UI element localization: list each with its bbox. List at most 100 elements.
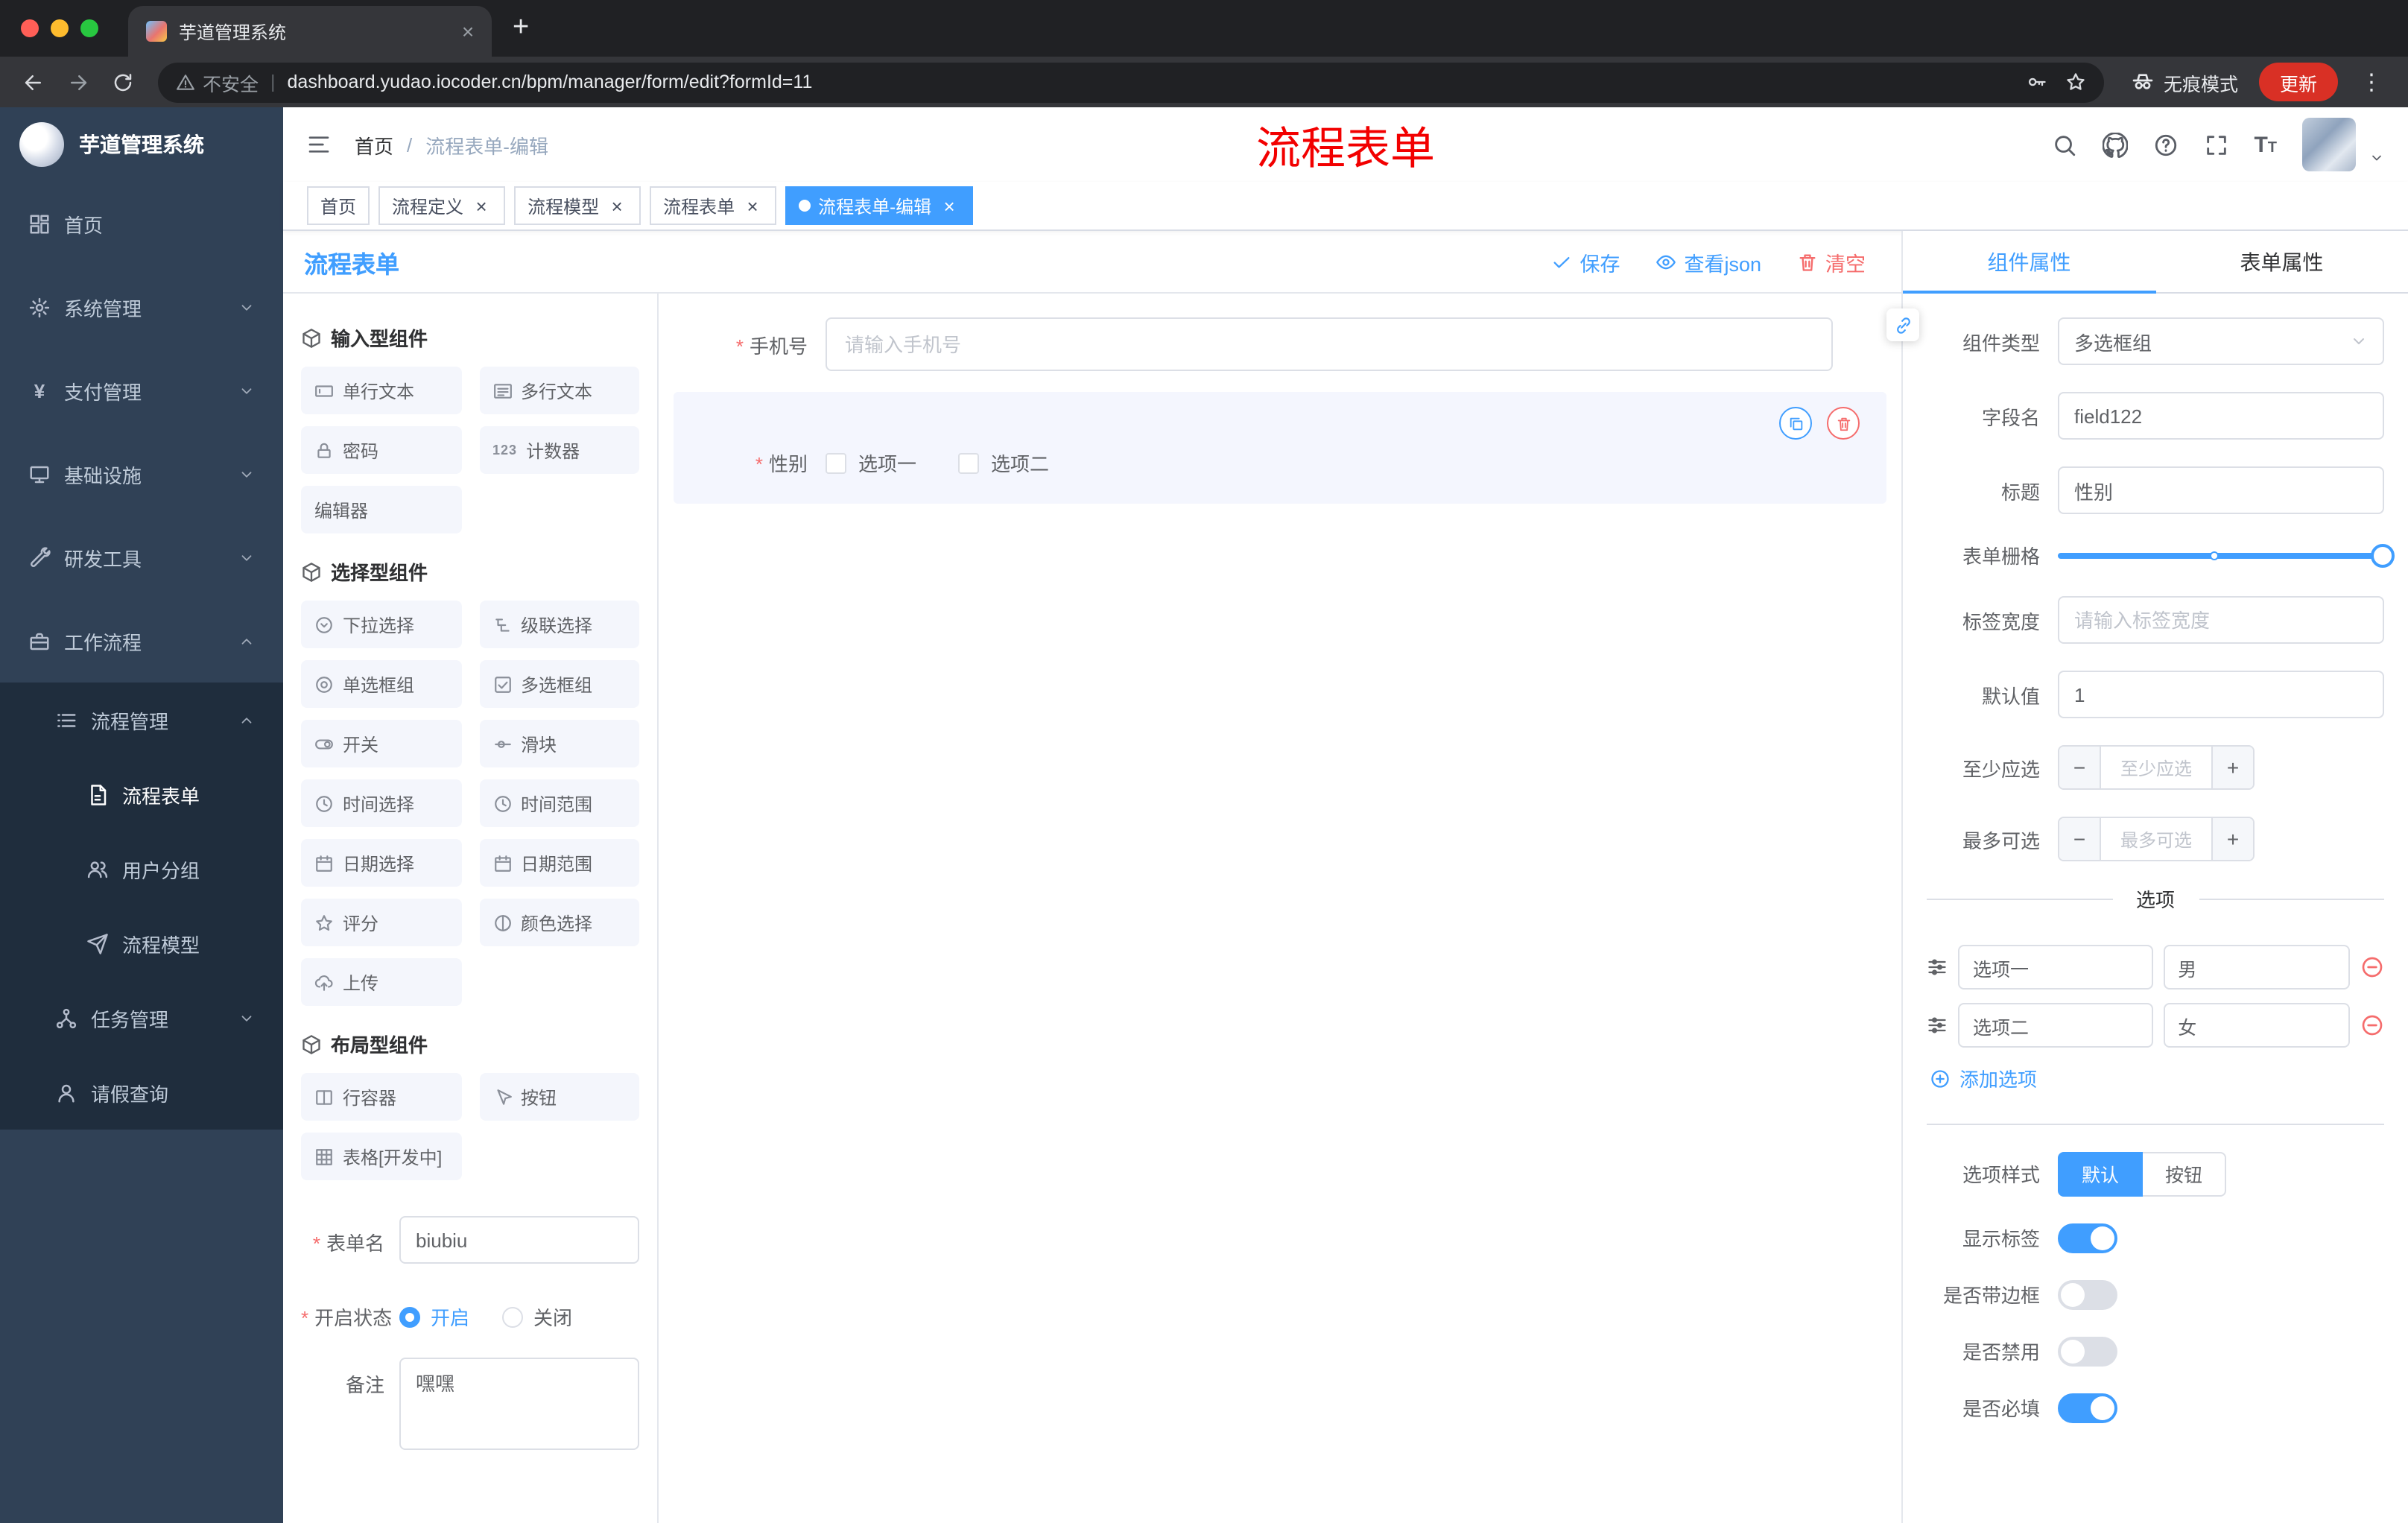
option-value-input[interactable] [2163, 1003, 2350, 1048]
palette-item-rate[interactable]: 评分 [301, 899, 461, 946]
stepper-increase-button[interactable]: + [2211, 747, 2253, 788]
palette-item-upload[interactable]: 上传 [301, 958, 461, 1006]
palette-item-row-container[interactable]: 行容器 [301, 1073, 461, 1121]
drag-handle-icon[interactable] [1927, 1015, 1948, 1036]
palette-item-select[interactable]: 下拉选择 [301, 601, 461, 648]
style-button-button[interactable]: 按钮 [2143, 1151, 2227, 1196]
palette-item-slider[interactable]: 滑块 [479, 720, 639, 767]
new-tab-button[interactable]: + [492, 12, 550, 45]
sidebar-item-leave-query[interactable]: 请假查询 [0, 1055, 283, 1130]
phone-field-row[interactable]: 手机号 [674, 317, 1886, 371]
sidebar-item-system[interactable]: 系统管理 [0, 265, 283, 349]
sidebar-item-process-model[interactable]: 流程模型 [0, 906, 283, 981]
form-name-input[interactable] [399, 1216, 639, 1264]
option-name-input[interactable] [1958, 945, 2153, 990]
palette-item-time-picker[interactable]: 时间选择 [301, 779, 461, 827]
tag-close-icon[interactable]: × [939, 194, 960, 217]
palette-item-checkbox-group[interactable]: 多选框组 [479, 660, 639, 708]
option-name-input[interactable] [1958, 1003, 2153, 1048]
palette-item-color-picker[interactable]: 颜色选择 [479, 899, 639, 946]
add-option-link[interactable]: 添加选项 [1930, 1064, 2037, 1092]
component-type-select[interactable]: 多选框组 [2058, 317, 2384, 365]
copy-component-button[interactable] [1779, 407, 1812, 440]
required-switch[interactable] [2058, 1393, 2117, 1422]
phone-input[interactable] [826, 317, 1833, 371]
sidebar-item-user-group[interactable]: 用户分组 [0, 832, 283, 906]
grid-slider[interactable] [2058, 543, 2395, 567]
palette-item-password[interactable]: 密码 [301, 426, 461, 474]
stepper-increase-button[interactable]: + [2211, 818, 2253, 860]
sidebar-item-workflow[interactable]: 工作流程 [0, 599, 283, 683]
label-width-input[interactable] [2058, 596, 2384, 644]
bookmark-star-icon[interactable] [2065, 72, 2086, 92]
tab-close-icon[interactable]: × [456, 19, 480, 43]
address-bar[interactable]: 不安全 | dashboard.yudao.iocoder.cn/bpm/man… [158, 62, 2104, 102]
sidebar-item-infrastructure[interactable]: 基础设施 [0, 432, 283, 516]
tag-process-model[interactable]: 流程模型 × [514, 186, 641, 225]
view-json-button[interactable]: 查看json [1656, 247, 1761, 276]
tag-process-form[interactable]: 流程表单 × [650, 186, 777, 225]
tag-close-icon[interactable]: × [606, 194, 627, 217]
remove-option-button[interactable] [2360, 955, 2384, 979]
link-icon[interactable] [1886, 308, 1919, 341]
delete-component-button[interactable] [1827, 407, 1860, 440]
stepper-decrease-button[interactable]: − [2059, 747, 2101, 788]
palette-item-table[interactable]: 表格[开发中] [301, 1133, 461, 1180]
sidebar-item-devtools[interactable]: 研发工具 [0, 516, 283, 599]
tab-form-props[interactable]: 表单属性 [2155, 231, 2408, 292]
selected-component[interactable]: 性别 选项一 选项二 [674, 392, 1886, 504]
back-button[interactable] [12, 61, 54, 103]
palette-item-button[interactable]: 按钮 [479, 1073, 639, 1121]
github-icon[interactable] [2102, 132, 2127, 157]
close-window-button[interactable] [21, 19, 39, 37]
status-radio-on[interactable]: 开启 [399, 1302, 469, 1331]
checkbox-option-1[interactable]: 选项一 [826, 449, 916, 477]
status-radio-off[interactable]: 关闭 [502, 1302, 572, 1331]
option-value-input[interactable] [2163, 945, 2350, 990]
slider-handle[interactable] [2371, 543, 2395, 567]
disabled-switch[interactable] [2058, 1336, 2117, 1366]
sidebar-item-task-management[interactable]: 任务管理 [0, 981, 283, 1055]
palette-item-multi-text[interactable]: 多行文本 [479, 367, 639, 414]
password-key-icon[interactable] [2027, 72, 2047, 92]
drag-handle-icon[interactable] [1927, 957, 1948, 978]
style-default-button[interactable]: 默认 [2058, 1151, 2144, 1196]
browser-menu-icon[interactable]: ⋮ [2347, 69, 2396, 95]
hamburger-icon[interactable] [307, 133, 331, 156]
reload-button[interactable] [101, 61, 143, 103]
search-icon[interactable] [2051, 132, 2076, 157]
palette-item-switch[interactable]: 开关 [301, 720, 461, 767]
tag-close-icon[interactable]: × [742, 194, 763, 217]
default-value-input[interactable] [2058, 671, 2384, 718]
avatar-caret-icon[interactable] [2369, 151, 2384, 165]
palette-item-single-text[interactable]: 单行文本 [301, 367, 461, 414]
clear-button[interactable]: 清空 [1797, 247, 1866, 276]
forward-button[interactable] [57, 61, 98, 103]
palette-item-editor[interactable]: 编辑器 [301, 486, 461, 533]
palette-item-time-range[interactable]: 时间范围 [479, 779, 639, 827]
palette-item-cascader[interactable]: 级联选择 [479, 601, 639, 648]
palette-item-radio-group[interactable]: 单选框组 [301, 660, 461, 708]
title-input[interactable] [2058, 466, 2384, 514]
remove-option-button[interactable] [2360, 1013, 2384, 1037]
stepper-value[interactable]: 最多可选 [2101, 818, 2211, 860]
update-button[interactable]: 更新 [2258, 63, 2338, 101]
stepper-value[interactable]: 至少应选 [2101, 747, 2211, 788]
sidebar-item-process-management[interactable]: 流程管理 [0, 683, 283, 757]
tag-home[interactable]: 首页 [307, 186, 370, 225]
tag-close-icon[interactable]: × [471, 194, 492, 217]
checkbox-option-2[interactable]: 选项二 [958, 449, 1049, 477]
zoom-window-button[interactable] [80, 19, 98, 37]
palette-item-counter[interactable]: 123 计数器 [479, 426, 639, 474]
security-chip[interactable]: 不安全 [176, 68, 259, 96]
breadcrumb-home[interactable]: 首页 [355, 130, 393, 159]
field-name-input[interactable] [2058, 392, 2384, 440]
browser-tab[interactable]: 芋道管理系统 × [128, 6, 492, 57]
palette-item-date-picker[interactable]: 日期选择 [301, 839, 461, 887]
save-button[interactable]: 保存 [1551, 247, 1620, 276]
sidebar-item-payment[interactable]: ¥ 支付管理 [0, 349, 283, 432]
tag-process-form-edit[interactable]: 流程表单-编辑 × [785, 186, 974, 225]
form-remark-textarea[interactable]: 嘿嘿 [399, 1358, 639, 1450]
tag-process-definition[interactable]: 流程定义 × [378, 186, 506, 225]
user-avatar[interactable] [2302, 118, 2356, 171]
